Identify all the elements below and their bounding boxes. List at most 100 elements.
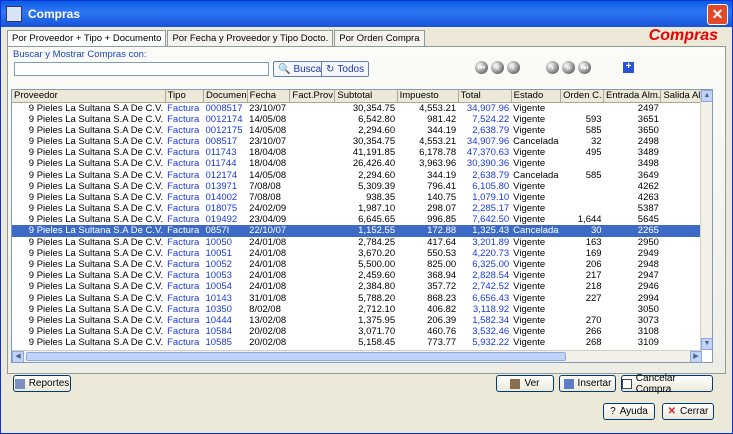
- table-row[interactable]: 9 Pieles La Sultana S.A De C.V.Factura 10…: [12, 304, 712, 315]
- table-cell: Vigente: [513, 158, 546, 170]
- table-row[interactable]: 9 Pieles La Sultana S.A De C.V. Factura 00…: [12, 102, 712, 114]
- table-row[interactable]: 9 Pieles La Sultana S.A De C.V.Factura 10…: [12, 248, 712, 259]
- table-cell: 2947: [637, 270, 659, 282]
- table-row[interactable]: 9 Pieles La Sultana S.A De C.V. Factura 00…: [12, 136, 712, 147]
- horizontal-scroll-thumb[interactable]: [26, 352, 566, 361]
- cerrar-button[interactable]: ✕ Cerrar: [662, 403, 714, 420]
- table-cell: Factura: [167, 124, 200, 136]
- table-row[interactable]: 9 Pieles La Sultana S.A De C.V. Factura 00…: [12, 125, 712, 136]
- table-cell: 32: [590, 135, 602, 147]
- table-cell: 3073: [637, 314, 659, 326]
- compras-grid[interactable]: Proveedor Tipo Documen Fecha Fact.Prov Subtot…: [11, 89, 713, 363]
- table-cell: Factura: [167, 169, 200, 181]
- ver-button[interactable]: Ver: [496, 375, 554, 392]
- table-row[interactable]: 9 Pieles La Sultana S.A De C.V. Factura 01…: [12, 192, 712, 203]
- vertical-scrollbar[interactable]: ▲ ▼: [700, 90, 712, 350]
- table-row[interactable]: 9 Pieles La Sultana S.A De C.V. Factura 08…: [12, 225, 712, 237]
- first-record-icon[interactable]: ⏮: [475, 61, 488, 74]
- table-row[interactable]: 9 Pieles La Sultana S.A De C.V.Factura 10…: [12, 259, 712, 270]
- column-header[interactable]: Impuesto: [397, 90, 459, 103]
- table-cell: 266: [585, 326, 602, 338]
- cancelar-compra-button[interactable]: Cancelar Compra: [621, 373, 713, 395]
- table-cell: 172.88: [397, 225, 459, 237]
- table-row[interactable]: 9 Pieles La Sultana S.A De C.V. Factura 00…: [12, 114, 712, 125]
- table-cell: 9 Pieles La Sultana S.A De C.V.: [28, 214, 164, 226]
- column-header[interactable]: Documen: [203, 90, 248, 103]
- column-header[interactable]: Total: [458, 90, 512, 103]
- help-icon: ?: [610, 406, 616, 417]
- table-cell: 018075: [205, 203, 238, 215]
- table-row[interactable]: 9 Pieles La Sultana S.A De C.V. Factura 01…: [12, 158, 712, 169]
- table-row[interactable]: 9 Pieles La Sultana S.A De C.V.Factura 10…: [12, 293, 712, 304]
- previous-record-icon[interactable]: ‹: [507, 61, 520, 74]
- next-record-icon[interactable]: ›: [546, 61, 559, 74]
- table-cell: 550.53: [427, 247, 457, 259]
- ayuda-button[interactable]: ? Ayuda: [603, 403, 655, 420]
- horizontal-scrollbar[interactable]: ◀ ▶: [12, 350, 702, 362]
- column-header[interactable]: Tipo: [165, 90, 205, 103]
- table-cell: 019492: [205, 214, 238, 226]
- table-row[interactable]: 9 Pieles La Sultana S.A De C.V.Factura 10…: [12, 270, 712, 281]
- table-cell: 10444: [205, 314, 232, 326]
- tab-proveedor[interactable]: Por Proveedor + Tipo + Documento: [7, 30, 167, 47]
- tab-orden-compra[interactable]: Por Orden Compra: [334, 30, 425, 46]
- column-header[interactable]: Subtotal: [334, 90, 398, 103]
- buscar-button[interactable]: 🔍 Busca: [273, 61, 327, 77]
- scroll-left-icon[interactable]: ◀: [12, 351, 24, 362]
- table-cell: 495: [585, 147, 602, 159]
- reportes-button[interactable]: Reportes: [13, 375, 71, 392]
- table-row[interactable]: 9 Pieles La Sultana S.A De C.V.Factura 10…: [12, 315, 712, 326]
- table-cell: 24/01/08: [249, 270, 287, 282]
- table-cell: 9 Pieles La Sultana S.A De C.V.: [12, 225, 166, 237]
- column-header[interactable]: Entrada Alm.: [603, 90, 662, 103]
- column-header[interactable]: Proveedor: [12, 90, 166, 103]
- table-cell: 2498: [637, 135, 659, 147]
- column-header[interactable]: Orden C.: [560, 90, 605, 103]
- last-record-icon[interactable]: ⏭: [578, 61, 591, 74]
- table-cell: Vigente: [513, 203, 546, 215]
- table-row[interactable]: 9 Pieles La Sultana S.A De C.V. Factura 01…: [12, 147, 712, 158]
- table-row[interactable]: 9 Pieles La Sultana S.A De C.V. Factura 01…: [12, 181, 712, 192]
- column-header[interactable]: Estado: [511, 90, 562, 103]
- table-cell: Factura: [167, 158, 200, 170]
- column-header[interactable]: Fact.Prov: [289, 90, 336, 103]
- add-icon[interactable]: +: [623, 62, 634, 73]
- title-bar[interactable]: Compras ✕: [1, 1, 732, 27]
- table-cell: Factura: [167, 303, 200, 315]
- table-cell: 10052: [205, 259, 232, 271]
- todos-button[interactable]: ↻ Todos: [321, 61, 370, 77]
- table-row[interactable]: 9 Pieles La Sultana S.A De C.V.Factura 10…: [12, 326, 712, 337]
- table-cell: 2,638.79: [472, 124, 510, 136]
- table-row[interactable]: 9 Pieles La Sultana S.A De C.V.Factura 10…: [12, 337, 712, 348]
- table-cell: 10054: [205, 281, 232, 293]
- table-cell: 23/10/07: [249, 135, 287, 147]
- table-cell: Vigente: [513, 124, 546, 136]
- previous-page-icon[interactable]: «: [491, 61, 504, 74]
- table-cell: 9 Pieles La Sultana S.A De C.V.: [28, 113, 164, 125]
- table-cell: 34,907.96: [466, 102, 510, 114]
- table-row[interactable]: 9 Pieles La Sultana S.A De C.V. Factura 01…: [12, 169, 712, 181]
- table-cell: [561, 203, 604, 214]
- tab-fecha[interactable]: Por Fecha y Proveedor y Tipo Docto.: [167, 30, 334, 46]
- table-cell: Factura: [167, 113, 200, 125]
- table-cell: 22/10/07: [247, 225, 290, 237]
- scroll-down-icon[interactable]: ▼: [701, 338, 712, 350]
- table-cell: 012174: [205, 169, 238, 181]
- table-row[interactable]: 9 Pieles La Sultana S.A De C.V.Factura 10…: [12, 237, 712, 248]
- table-row[interactable]: 9 Pieles La Sultana S.A De C.V. Factura 01…: [12, 203, 712, 214]
- scroll-up-icon[interactable]: ▲: [701, 90, 712, 102]
- table-cell: 7/08/08: [249, 180, 281, 192]
- table-cell: 9 Pieles La Sultana S.A De C.V.: [28, 180, 164, 192]
- insertar-button[interactable]: Insertar: [559, 375, 616, 392]
- column-header[interactable]: Fecha: [247, 90, 291, 103]
- table-row[interactable]: 9 Pieles La Sultana S.A De C.V.Factura 10…: [12, 281, 712, 292]
- table-cell: 3,963.96: [419, 158, 457, 170]
- table-row[interactable]: 9 Pieles La Sultana S.A De C.V. Factura 01…: [12, 214, 712, 225]
- close-window-button[interactable]: ✕: [707, 4, 728, 25]
- next-page-icon[interactable]: »: [562, 61, 575, 74]
- search-input[interactable]: [14, 62, 269, 76]
- table-cell: [290, 259, 335, 270]
- table-cell: 3651: [637, 113, 659, 125]
- table-cell: [290, 248, 335, 259]
- scroll-right-icon[interactable]: ▶: [690, 351, 702, 362]
